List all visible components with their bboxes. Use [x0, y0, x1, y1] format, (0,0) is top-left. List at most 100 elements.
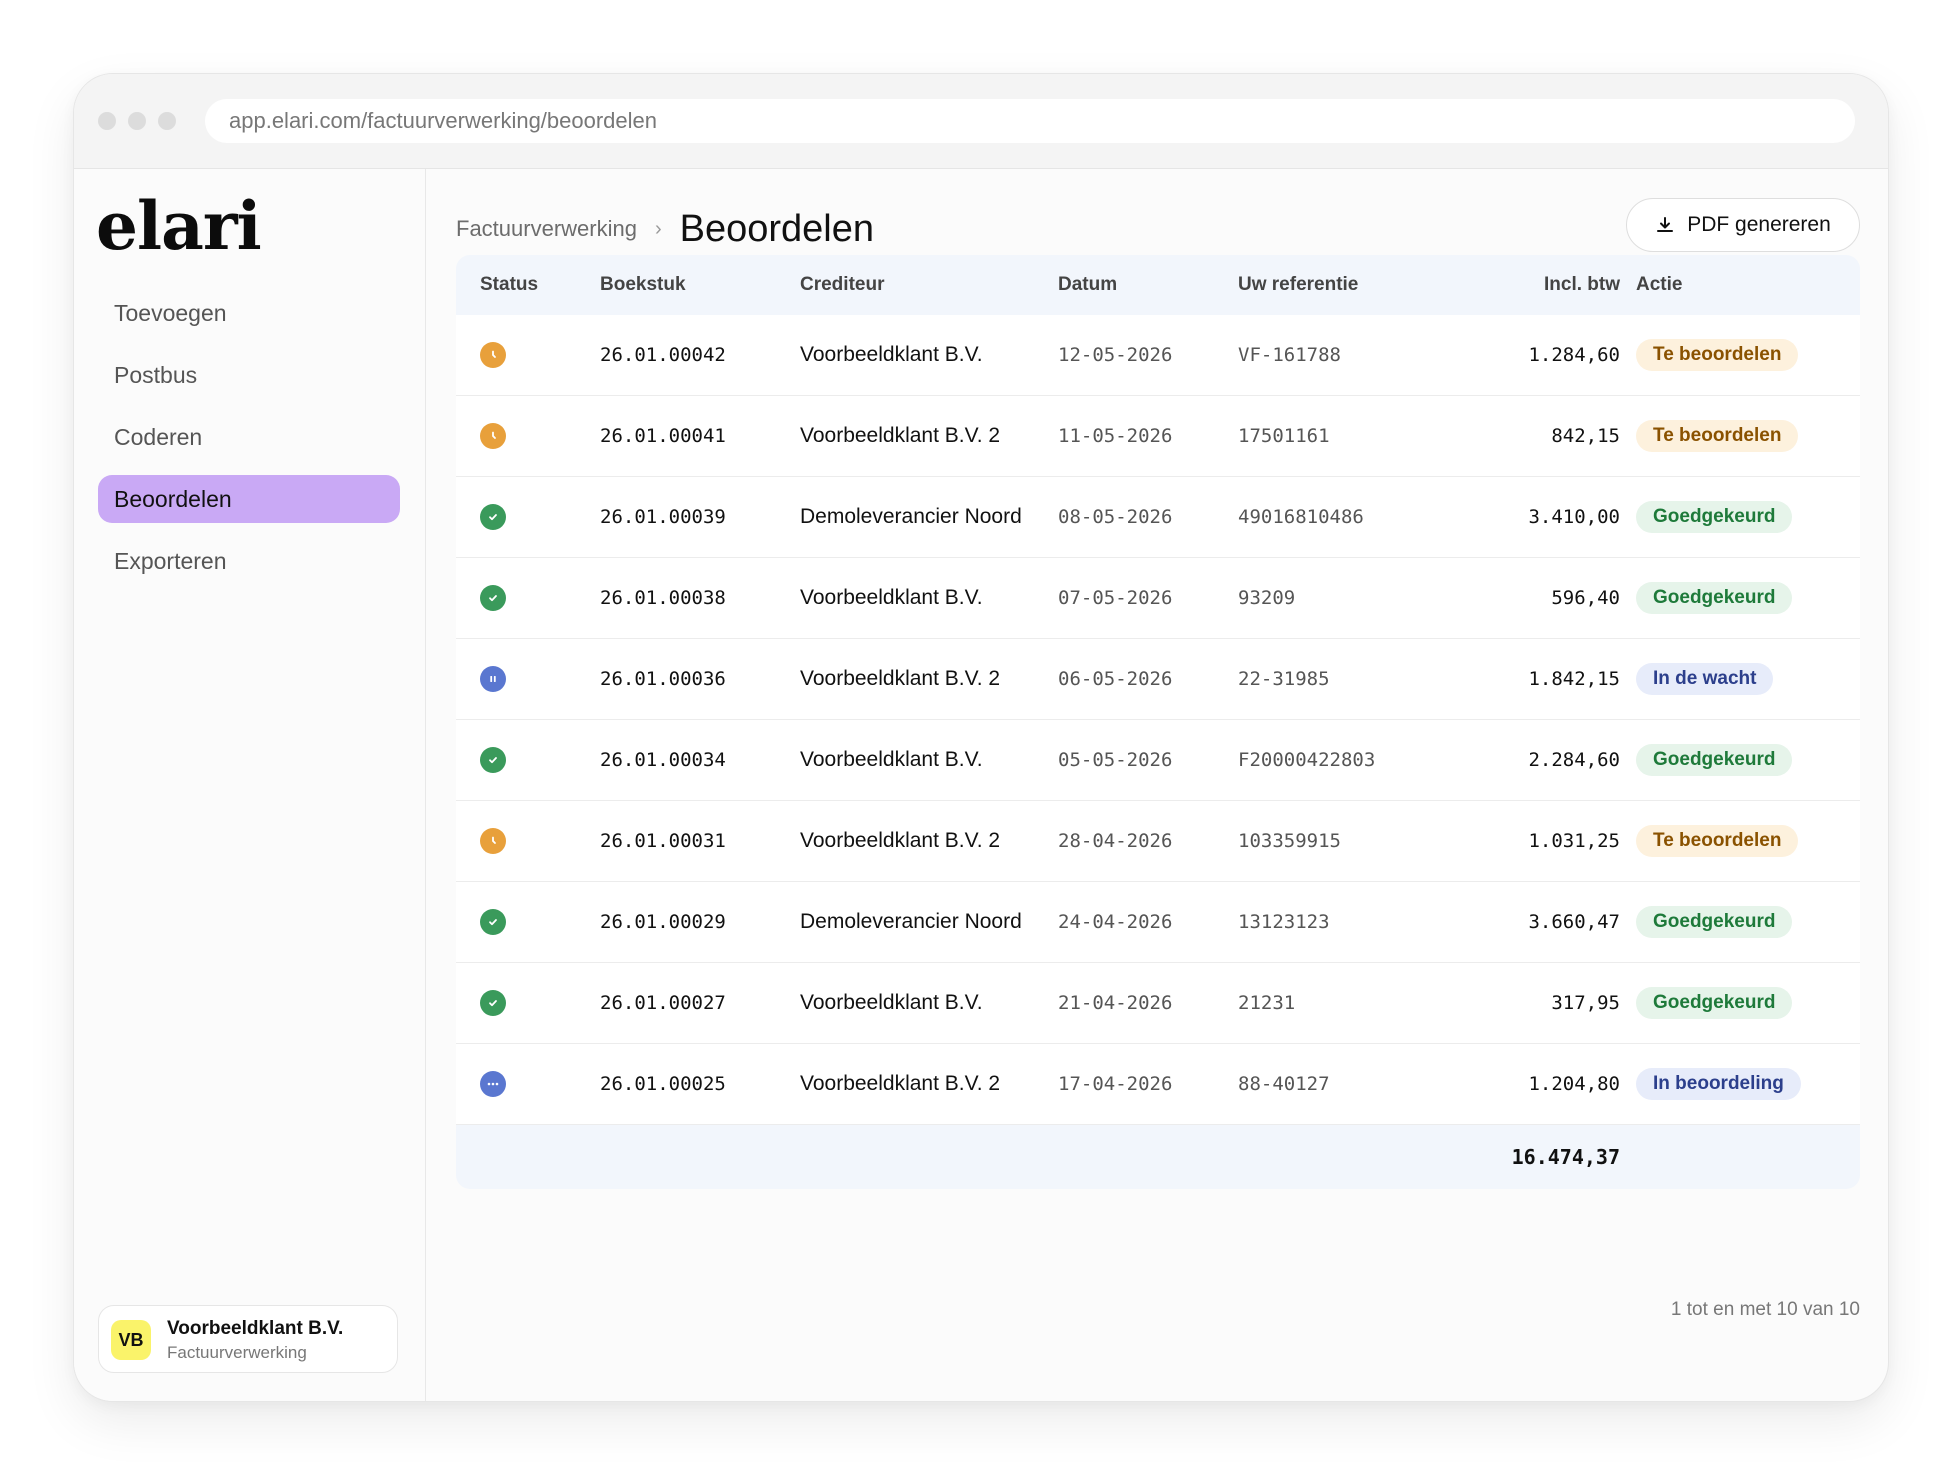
actie-cell: Goedgekeurd — [1636, 882, 1793, 962]
crediteur-cell: Voorbeeldklant B.V. — [800, 991, 983, 1014]
datum-cell: 24-04-2026 — [1058, 911, 1173, 933]
sidebar-item-beoordelen[interactable]: Beoordelen — [98, 475, 400, 523]
column-header-bedrag[interactable]: Incl. btw — [1544, 255, 1620, 315]
crediteur-cell: Voorbeeldklant B.V. — [800, 748, 983, 771]
status-badge[interactable]: Goedgekeurd — [1636, 744, 1793, 776]
pdf-generate-label: PDF genereren — [1687, 213, 1831, 236]
referentie-cell: F20000422803 — [1238, 749, 1376, 771]
referentie-cell: 93209 — [1238, 587, 1296, 609]
download-icon — [1657, 217, 1674, 232]
status-cell — [480, 882, 506, 962]
status-cell — [480, 639, 506, 719]
boekstuk-cell[interactable]: 26.01.00034 — [600, 720, 726, 800]
account-subtitle: Factuurverwerking — [167, 1343, 307, 1362]
invoice-table: Status Boekstuk Crediteur Datum Uw refer… — [456, 255, 1860, 1189]
window-minimize-dot[interactable] — [128, 112, 146, 130]
bedrag-cell: 317,95 — [1551, 992, 1620, 1014]
check-circle-icon — [480, 909, 506, 935]
table-row[interactable]: 26.01.00031 Voorbeeldklant B.V. 2 28-04-20… — [456, 801, 1860, 882]
table-row[interactable]: 26.01.00027 Voorbeeldklant B.V. 21-04-2026… — [456, 963, 1860, 1044]
status-badge[interactable]: Te beoordelen — [1636, 420, 1799, 452]
table-footer: 16.474,37 — [456, 1125, 1860, 1189]
column-header-datum[interactable]: Datum — [1058, 255, 1117, 315]
check-circle-icon — [480, 747, 506, 773]
table-row[interactable]: 26.01.00041 Voorbeeldklant B.V. 2 11-05-20… — [456, 396, 1860, 477]
boekstuk-cell[interactable]: 26.01.00039 — [600, 477, 726, 557]
datum-cell: 21-04-2026 — [1058, 992, 1173, 1014]
column-header-boekstuk[interactable]: Boekstuk — [600, 255, 686, 315]
pagination-info: 1 tot en met 10 van 10 — [1670, 1299, 1860, 1320]
avatar: VB — [111, 1320, 151, 1360]
status-cell — [480, 477, 506, 557]
main-content: Factuurverwerking › Beoordelen PDF gener… — [426, 169, 1888, 1401]
table-row[interactable]: 26.01.00034 Voorbeeldklant B.V. 05-05-2026… — [456, 720, 1860, 801]
status-cell — [480, 720, 506, 800]
crediteur-cell: Voorbeeldklant B.V. 2 — [800, 424, 1001, 447]
sidebar-item-coderen[interactable]: Coderen — [98, 413, 400, 461]
table-row[interactable]: 26.01.00036 Voorbeeldklant B.V. 2 06-05-20… — [456, 639, 1860, 720]
address-bar[interactable]: app.elari.com/factuurverwerking/beoordel… — [205, 99, 1855, 143]
column-header-referentie[interactable]: Uw referentie — [1238, 255, 1358, 315]
pause-icon — [480, 666, 506, 692]
referentie-cell: 49016810486 — [1238, 506, 1364, 528]
clock-icon — [480, 423, 506, 449]
table-row[interactable]: 26.01.00038 Voorbeeldklant B.V. 07-05-2026… — [456, 558, 1860, 639]
boekstuk-cell[interactable]: 26.01.00042 — [600, 315, 726, 395]
referentie-cell: 22-31985 — [1238, 668, 1330, 690]
datum-cell: 06-05-2026 — [1058, 668, 1173, 690]
datum-cell: 07-05-2026 — [1058, 587, 1173, 609]
table-row[interactable]: 26.01.00042 Voorbeeldklant B.V. 12-05-2026… — [456, 315, 1860, 396]
boekstuk-cell[interactable]: 26.01.00027 — [600, 963, 726, 1043]
boekstuk-cell[interactable]: 26.01.00029 — [600, 882, 726, 962]
status-badge[interactable]: Goedgekeurd — [1636, 987, 1793, 1019]
boekstuk-cell[interactable]: 26.01.00041 — [600, 396, 726, 476]
clock-icon — [480, 828, 506, 854]
breadcrumb-parent[interactable]: Factuurverwerking — [456, 216, 637, 242]
table-row[interactable]: 26.01.00039 Demoleverancier Noord 08-05-20… — [456, 477, 1860, 558]
elari-logo[interactable]: elari — [96, 187, 262, 265]
table-row[interactable]: 26.01.00029 Demoleverancier Noord 24-04-20… — [456, 882, 1860, 963]
status-badge[interactable]: Goedgekeurd — [1636, 501, 1793, 533]
referentie-cell: VF-161788 — [1238, 344, 1341, 366]
account-switcher[interactable]: VB Voorbeeldklant B.V. Factuurverwerking — [98, 1305, 398, 1373]
boekstuk-cell[interactable]: 26.01.00025 — [600, 1044, 726, 1124]
datum-cell: 11-05-2026 — [1058, 425, 1173, 447]
window-maximize-dot[interactable] — [158, 112, 176, 130]
status-badge[interactable]: Te beoordelen — [1636, 825, 1799, 857]
datum-cell: 05-05-2026 — [1058, 749, 1173, 771]
status-cell — [480, 801, 506, 881]
status-cell — [480, 558, 506, 638]
ellipsis-icon — [480, 1071, 506, 1097]
boekstuk-cell[interactable]: 26.01.00036 — [600, 639, 726, 719]
column-header-status[interactable]: Status — [480, 255, 538, 315]
datum-cell: 28-04-2026 — [1058, 830, 1173, 852]
account-name: Voorbeeldklant B.V. — [167, 1318, 344, 1339]
actie-cell: Te beoordelen — [1636, 396, 1799, 476]
status-badge[interactable]: Te beoordelen — [1636, 339, 1799, 371]
sidebar-item-toevoegen[interactable]: Toevoegen — [98, 289, 400, 337]
window-close-dot[interactable] — [98, 112, 116, 130]
actie-cell: Te beoordelen — [1636, 315, 1799, 395]
column-header-crediteur[interactable]: Crediteur — [800, 255, 884, 315]
status-badge[interactable]: Goedgekeurd — [1636, 582, 1793, 614]
referentie-cell: 21231 — [1238, 992, 1296, 1014]
sidebar-item-exporteren[interactable]: Exporteren — [98, 537, 400, 585]
pdf-generate-button[interactable]: PDF genereren — [1626, 198, 1860, 252]
boekstuk-cell[interactable]: 26.01.00038 — [600, 558, 726, 638]
status-badge[interactable]: Goedgekeurd — [1636, 906, 1793, 938]
boekstuk-cell[interactable]: 26.01.00031 — [600, 801, 726, 881]
sidebar: elari Toevoegen Postbus Coderen Beoordel… — [74, 169, 426, 1401]
table-row[interactable]: 26.01.00025 Voorbeeldklant B.V. 2 17-04-20… — [456, 1044, 1860, 1125]
status-badge[interactable]: In beoordeling — [1636, 1068, 1801, 1100]
status-cell — [480, 315, 506, 395]
check-circle-icon — [480, 990, 506, 1016]
check-circle-icon — [480, 504, 506, 530]
actie-cell: Goedgekeurd — [1636, 477, 1793, 557]
column-header-actie[interactable]: Actie — [1636, 255, 1682, 315]
actie-cell: In de wacht — [1636, 639, 1774, 719]
bedrag-cell: 1.842,15 — [1528, 668, 1620, 690]
crediteur-cell: Voorbeeldklant B.V. 2 — [800, 829, 1001, 852]
sidebar-item-postbus[interactable]: Postbus — [98, 351, 400, 399]
status-badge[interactable]: In de wacht — [1636, 663, 1774, 695]
actie-cell: In beoordeling — [1636, 1044, 1801, 1124]
